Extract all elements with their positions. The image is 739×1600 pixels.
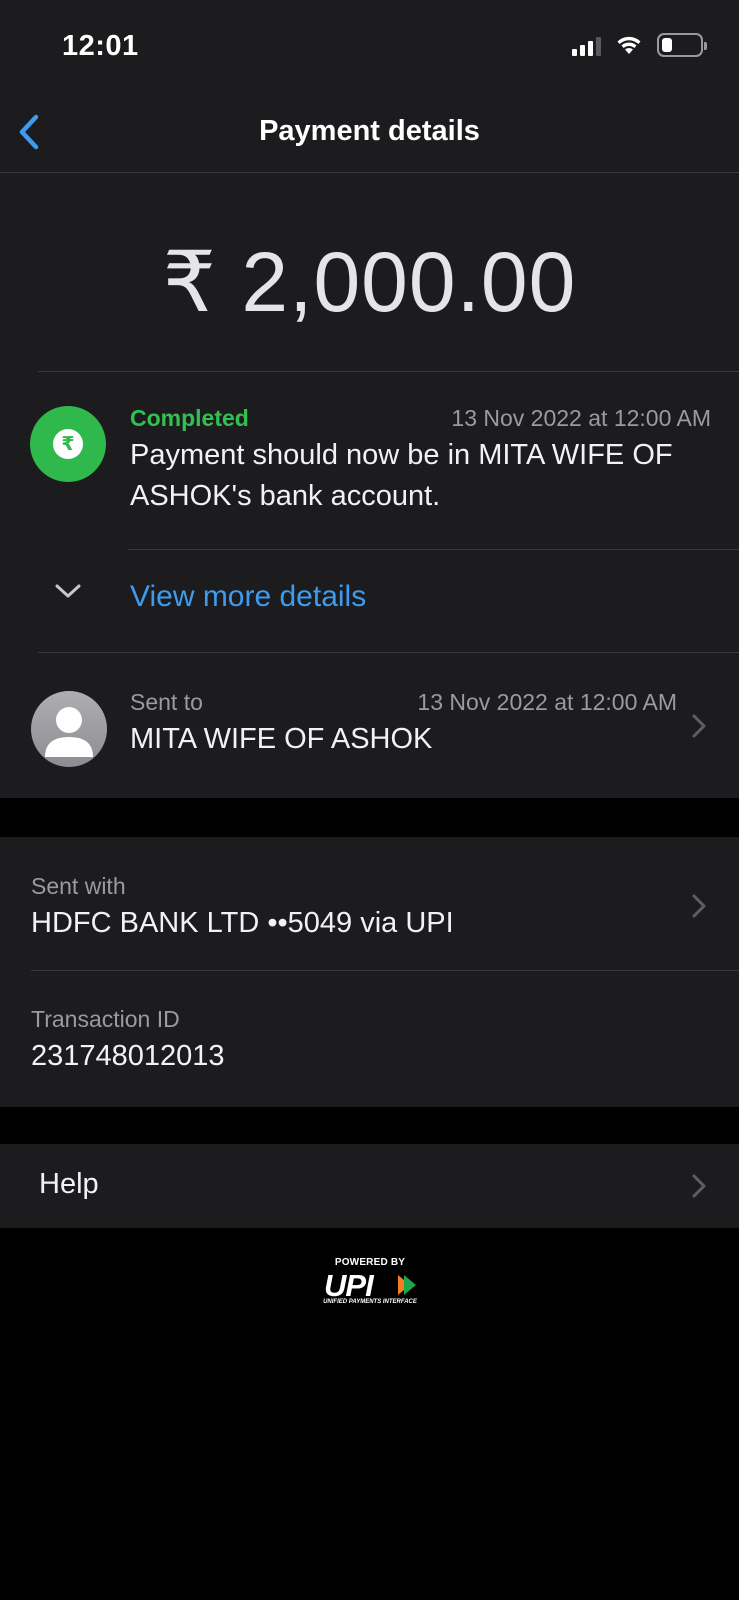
avatar bbox=[31, 691, 107, 767]
upi-powered-by: POWERED BY bbox=[334, 1257, 406, 1268]
chevron-right-icon bbox=[692, 714, 706, 738]
divider bbox=[38, 371, 739, 372]
status-time: 12:01 bbox=[62, 30, 139, 62]
recipient-name: MITA WIFE OF ASHOK bbox=[130, 723, 433, 755]
transaction-id-label: Transaction ID bbox=[31, 1006, 180, 1032]
payment-details-card: Sent with HDFC BANK LTD ••5049 via UPI T… bbox=[0, 837, 739, 1107]
payment-summary-card: ₹ 2,000.00 ₹ Completed 13 Nov 2022 at 12… bbox=[0, 173, 739, 798]
payment-details-screen: 12:01 Payment details ₹ 2,000.00 ₹ Compl… bbox=[0, 0, 739, 1600]
status-bar: 12:01 bbox=[0, 0, 739, 95]
battery-icon bbox=[657, 33, 707, 57]
sent-to-label: Sent to bbox=[130, 689, 203, 715]
nav-bar: Payment details bbox=[0, 95, 739, 173]
page-title: Payment details bbox=[259, 115, 480, 147]
chevron-right-icon bbox=[692, 894, 706, 918]
upi-arrow-icon bbox=[398, 1275, 416, 1295]
sent-with-row[interactable]: Sent with HDFC BANK LTD ••5049 via UPI bbox=[0, 837, 739, 970]
person-icon bbox=[45, 707, 93, 757]
divider bbox=[31, 970, 739, 971]
view-more-details-button[interactable]: View more details bbox=[0, 551, 739, 651]
help-label: Help bbox=[39, 1168, 99, 1200]
payment-status-time: 13 Nov 2022 at 12:00 AM bbox=[451, 405, 711, 431]
payment-status: Completed bbox=[130, 405, 249, 431]
status-badge: ₹ bbox=[30, 406, 106, 482]
upi-subtitle: UNIFIED PAYMENTS INTERFACE bbox=[323, 1299, 417, 1305]
upi-logo: POWERED BY UPI UNIFIED PAYMENTS INTERFAC… bbox=[320, 1257, 422, 1309]
cellular-signal-icon bbox=[572, 34, 601, 56]
payment-status-description: Payment should now be in MITA WIFE OF AS… bbox=[130, 439, 673, 512]
rupee-icon: ₹ bbox=[53, 429, 83, 459]
help-row[interactable]: Help bbox=[0, 1144, 739, 1228]
status-icons bbox=[572, 33, 707, 57]
chevron-down-icon bbox=[55, 584, 81, 598]
payment-amount: ₹ 2,000.00 bbox=[162, 235, 577, 329]
wifi-icon bbox=[617, 36, 641, 54]
sent-with-label: Sent with bbox=[31, 873, 126, 899]
recipient-row[interactable]: Sent to 13 Nov 2022 at 12:00 AM MITA WIF… bbox=[0, 653, 739, 798]
sent-with-value: HDFC BANK LTD ••5049 via UPI bbox=[31, 907, 454, 939]
divider bbox=[128, 549, 739, 550]
view-more-details-label: View more details bbox=[130, 580, 367, 613]
transaction-id-value: 231748012013 bbox=[31, 1040, 225, 1072]
sent-to-time: 13 Nov 2022 at 12:00 AM bbox=[417, 689, 677, 715]
chevron-right-icon bbox=[692, 1174, 706, 1198]
